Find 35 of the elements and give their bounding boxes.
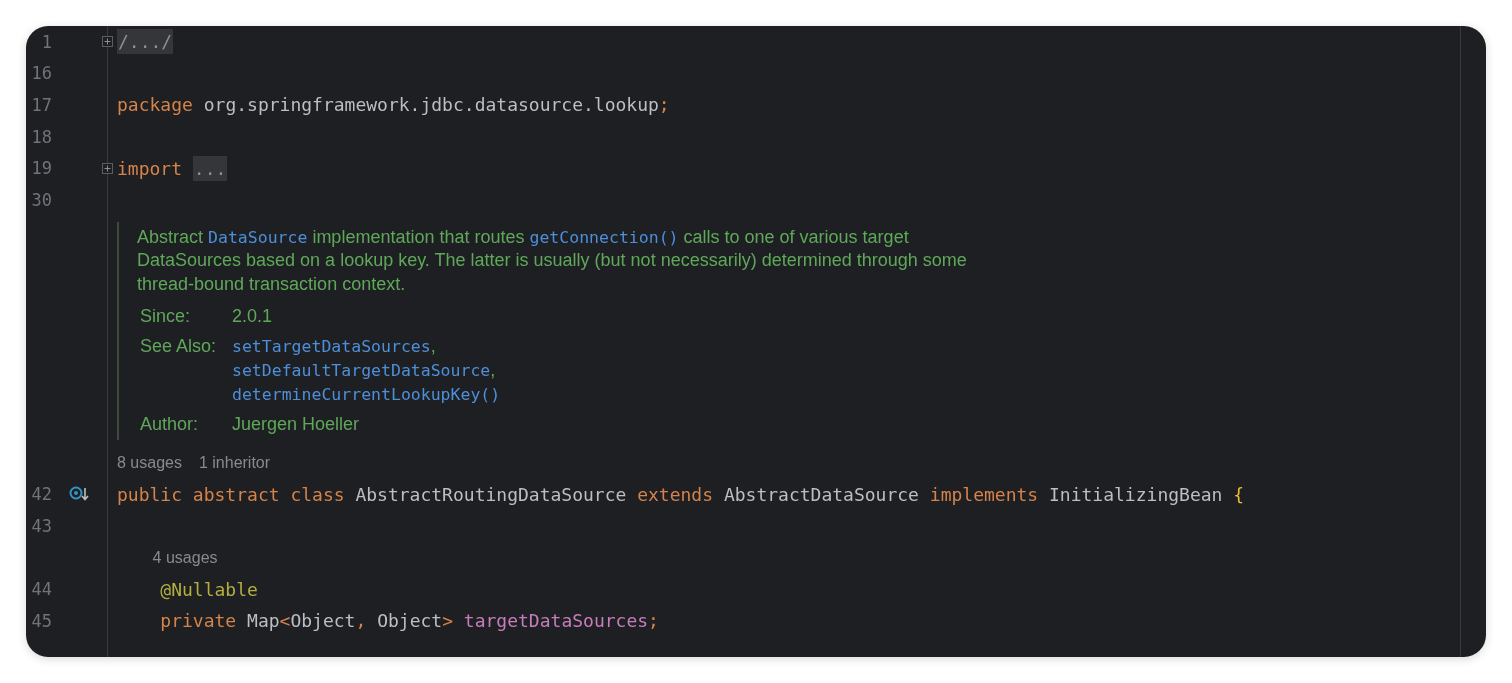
code-link[interactable]: setDefaultTargetDataSource	[232, 361, 491, 381]
code-text: public abstract class AbstractRoutingDataSource extends AbstractDataSource implements InitializingBean {	[117, 483, 1245, 505]
line-number: 30	[30, 189, 52, 210]
fold-icon[interactable]	[102, 36, 113, 48]
usage-hint[interactable]: 8 usages	[117, 453, 182, 472]
doc-tag-label: Since:	[140, 305, 192, 329]
doc-tag-text: Juergen Hoeller	[232, 414, 360, 435]
doc-tag-text: ,	[430, 336, 436, 357]
line-number: 1	[40, 31, 52, 52]
code-link[interactable]: DataSource	[208, 227, 308, 247]
usage-hint[interactable]: 1 inheritor	[198, 453, 271, 472]
code-text: package org.springframework.jdbc.datasource.lookup;	[117, 94, 670, 116]
line-number: 18	[30, 126, 52, 147]
line-number: 16	[30, 63, 52, 84]
folded-code[interactable]: /.../	[117, 29, 174, 55]
code-link[interactable]: setTargetDataSources	[232, 337, 431, 357]
doc-description: Abstract DataSource implementation that routes getConnection() calls to one of various target DataSources based on a lookup key. The latter is usually (but not necessarily) determined through some thread-bound transaction context.	[137, 225, 968, 296]
code-link[interactable]: determineCurrentLookupKey()	[232, 385, 501, 405]
code-text: import	[117, 157, 184, 179]
line-number: 19	[30, 158, 52, 179]
fold-icon[interactable]	[102, 162, 113, 174]
line-number: 43	[30, 516, 52, 537]
line-number: 42	[30, 484, 52, 505]
usage-hint[interactable]: 4 usages	[152, 548, 218, 567]
doc-tag-label: Author:	[140, 413, 200, 437]
doc-tag-text: 2.0.1	[232, 306, 273, 327]
line-number: 44	[30, 579, 52, 600]
line-number: 17	[30, 95, 52, 115]
code-link[interactable]: getConnection()	[529, 227, 679, 247]
folded-code[interactable]: ...	[192, 155, 228, 181]
code-text: private Map<Object, Object> targetDataSources;	[160, 610, 659, 632]
line-number: 45	[30, 610, 52, 631]
code-text: @Nullable	[160, 578, 258, 600]
doc-tag-text: ,	[490, 360, 496, 381]
doc-tag-label: See Also:	[140, 335, 218, 359]
